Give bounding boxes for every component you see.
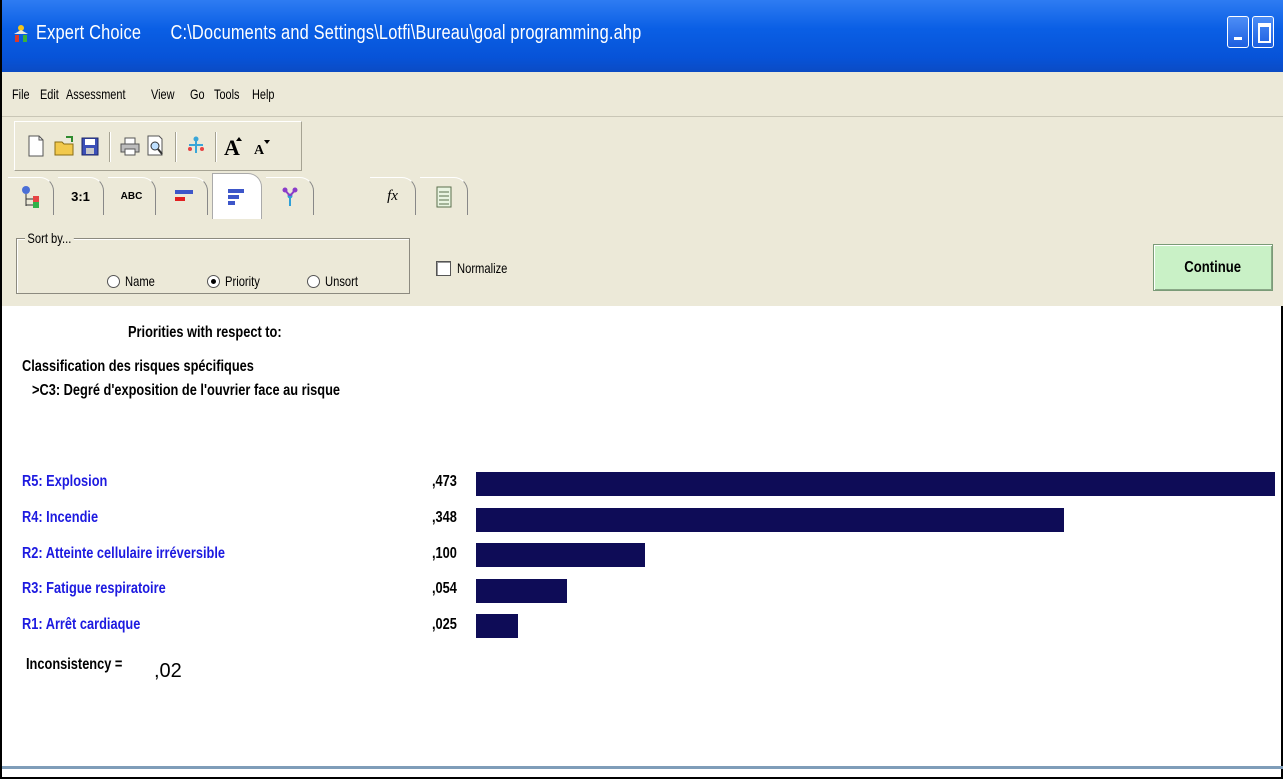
status-bar-border <box>2 766 1283 769</box>
menu-bar: File Edit Assessment View Go Tools Help <box>2 72 1283 117</box>
sort-unsort-radio[interactable]: Unsort <box>307 273 366 289</box>
maximize-button[interactable] <box>1252 16 1274 48</box>
tree-view-icon <box>21 185 39 208</box>
view-tabs: 3:1 ABC fx <box>2 171 1283 224</box>
continue-label: Continue <box>1184 258 1242 276</box>
priority-bars-icon <box>228 188 244 205</box>
file-path: C:\Documents and Settings\Lotfi\Bureau\g… <box>170 22 642 44</box>
radio-button[interactable] <box>307 274 320 288</box>
svg-text:A: A <box>254 143 265 158</box>
minimize-button[interactable] <box>1227 16 1249 48</box>
formula-icon: fx <box>387 188 398 204</box>
priorities-heading: Priorities with respect to: <box>128 324 282 341</box>
open-folder-icon[interactable] <box>53 134 75 158</box>
window-title: Expert Choice C:\Documents and Settings\… <box>36 22 641 45</box>
data-grid-icon <box>436 186 451 207</box>
app-window: Expert Choice C:\Documents and Settings\… <box>0 0 1283 779</box>
inconsistency-value: ,02 <box>154 660 182 682</box>
sort-name-radio[interactable]: Name <box>107 273 162 289</box>
normalize-label: Normalize <box>457 260 508 276</box>
svg-text:A: A <box>224 135 240 158</box>
radio-label: Priority <box>225 273 260 289</box>
tab-data-grid[interactable] <box>420 177 468 215</box>
radio-button[interactable] <box>207 274 220 288</box>
tree-icon[interactable] <box>185 134 207 158</box>
toolbar: A A <box>2 117 1283 171</box>
new-file-icon[interactable] <box>25 134 47 158</box>
radio-button[interactable] <box>107 274 120 288</box>
tab-pairwise-verbal[interactable]: ABC <box>108 177 156 215</box>
menu-help[interactable]: Help <box>252 86 274 102</box>
checkbox-box[interactable] <box>436 260 451 276</box>
priority-bar <box>476 508 1064 532</box>
priorities-panel <box>16 312 1278 767</box>
criterion-name: >C3: Degré d'exposition de l'ouvrier fac… <box>32 382 341 399</box>
font-smaller-icon[interactable]: A <box>251 134 273 158</box>
bar-value-label: ,025 <box>432 616 457 633</box>
priority-bar <box>476 543 645 567</box>
toolbar-separator <box>109 132 110 162</box>
bar-label[interactable]: R1: Arrêt cardiaque <box>22 616 140 634</box>
tab-pairwise-numerical[interactable]: 3:1 <box>58 177 104 215</box>
goal-name: Classification des risques spécifiques <box>22 358 254 375</box>
menu-file[interactable]: File <box>12 86 30 102</box>
bar-label[interactable]: R4: Incendie <box>22 509 98 527</box>
bar-label[interactable]: R5: Explosion <box>22 473 107 491</box>
menu-view[interactable]: View <box>151 86 174 102</box>
toolbar-separator <box>215 132 216 162</box>
graph-bars-icon <box>174 189 193 201</box>
bar-label[interactable]: R2: Atteinte cellulaire irréversible <box>22 545 225 563</box>
print-icon[interactable] <box>119 134 141 158</box>
tab-formula[interactable]: fx <box>370 177 416 215</box>
save-icon[interactable] <box>79 134 101 158</box>
tab-graph-bars[interactable] <box>160 177 208 215</box>
bar-value-label: ,348 <box>432 509 457 526</box>
radio-label: Unsort <box>325 273 358 289</box>
priority-bar <box>476 579 567 603</box>
priority-bar <box>476 472 1275 496</box>
menu-go[interactable]: Go <box>190 86 205 102</box>
continue-button[interactable]: Continue <box>1153 244 1273 291</box>
tab-label: ABC <box>120 191 143 202</box>
font-larger-icon[interactable]: A <box>223 134 245 158</box>
sort-options-bar: Sort by... Name Priority Unsort Normaliz… <box>2 224 1283 306</box>
app-logo-icon <box>14 25 28 42</box>
menu-edit[interactable]: Edit <box>40 86 59 102</box>
bar-value-label: ,473 <box>432 473 457 490</box>
inconsistency-label: Inconsistency = <box>26 656 123 673</box>
priority-bar <box>476 614 518 638</box>
sort-by-groupbox: Sort by... Name Priority Unsort <box>16 230 410 294</box>
toolbar-separator <box>175 132 176 162</box>
sort-by-legend: Sort by... <box>25 230 74 246</box>
bar-value-label: ,100 <box>432 545 457 562</box>
sensitivity-icon <box>282 187 297 206</box>
menu-tools[interactable]: Tools <box>214 86 239 102</box>
title-bar[interactable]: Expert Choice C:\Documents and Settings\… <box>2 0 1283 72</box>
menu-assessment[interactable]: Assessment <box>66 86 125 102</box>
sort-priority-radio[interactable]: Priority <box>207 273 269 289</box>
bar-label[interactable]: R3: Fatigue respiratoire <box>22 580 166 598</box>
tab-tree-view[interactable] <box>8 177 54 215</box>
tab-priorities[interactable] <box>212 173 262 219</box>
bar-value-label: ,054 <box>432 580 457 597</box>
normalize-checkbox[interactable]: Normalize <box>436 260 520 276</box>
print-preview-icon[interactable] <box>145 134 167 158</box>
toolbar-group: A A <box>14 121 302 171</box>
tab-label: 3:1 <box>71 189 90 204</box>
radio-label: Name <box>125 273 155 289</box>
tab-sensitivity[interactable] <box>266 177 314 215</box>
app-name: Expert Choice <box>36 22 142 44</box>
